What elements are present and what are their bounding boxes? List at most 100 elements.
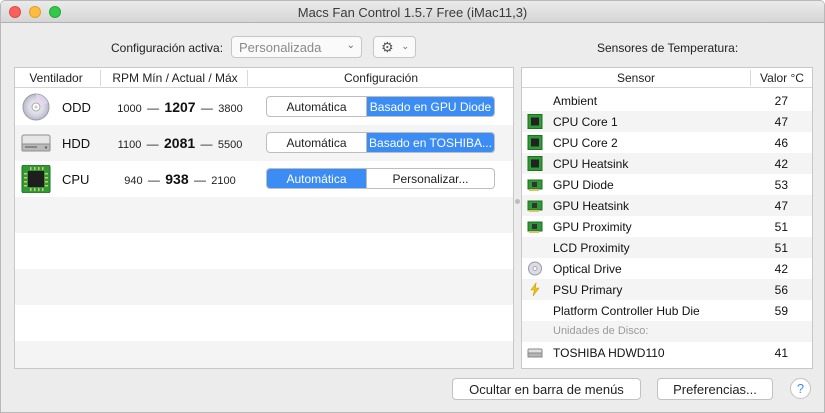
- sensor-value: 56: [774, 283, 788, 297]
- column-header-sensor[interactable]: Sensor: [522, 71, 750, 85]
- sensor-row-ambient[interactable]: Ambient 27: [522, 90, 812, 111]
- fan-mode-auto-button[interactable]: Automática: [267, 97, 367, 116]
- fan-mode-segmented-control: Automática Basado en TOSHIBA...: [266, 132, 495, 153]
- sensors-table-header: Sensor Valor °C: [522, 68, 812, 88]
- fan-name: CPU: [62, 172, 90, 187]
- fan-name: HDD: [62, 136, 91, 151]
- gpu-card-icon: [527, 200, 543, 212]
- empty-row: [15, 341, 513, 368]
- sensor-row-optical-drive[interactable]: Optical Drive 42: [522, 258, 812, 279]
- sensor-row-cpu-core-1[interactable]: CPU Core 1 47: [522, 111, 812, 132]
- sensor-name: CPU Core 2: [553, 136, 618, 150]
- rpm-max: 5500: [217, 139, 243, 151]
- sensor-value: 53: [774, 178, 788, 192]
- sensor-row-gpu-proximity[interactable]: GPU Proximity 51: [522, 216, 812, 237]
- empty-row: [15, 197, 513, 233]
- cpu-chip-icon: [21, 165, 51, 193]
- column-header-rpm[interactable]: RPM Mín / Actual / Máx: [103, 71, 247, 85]
- column-header-fan[interactable]: Ventilador: [15, 71, 97, 85]
- fans-table-header: Ventilador RPM Mín / Actual / Máx Config…: [15, 68, 513, 88]
- fan-name: ODD: [62, 100, 91, 115]
- preset-select-value: Personalizada: [239, 40, 322, 55]
- sensor-name: Platform Controller Hub Die: [553, 304, 700, 318]
- sensors-title: Sensores de Temperatura:: [597, 41, 739, 55]
- preset-select[interactable]: Personalizada ⌄: [231, 36, 362, 58]
- rpm-separator: —: [200, 101, 213, 115]
- sensor-value: 47: [774, 115, 788, 129]
- sensor-value: 51: [774, 220, 788, 234]
- window-title: Macs Fan Control 1.5.7 Free (iMac11,3): [297, 5, 528, 20]
- rpm-separator: —: [146, 137, 159, 151]
- fan-rpm: 1100 — 2081 — 5500: [115, 135, 245, 151]
- rpm-separator: —: [193, 173, 206, 187]
- sensor-name: CPU Core 1: [553, 115, 618, 129]
- sensor-name: GPU Diode: [553, 178, 614, 192]
- sensor-name: LCD Proximity: [553, 241, 630, 255]
- title-bar: Macs Fan Control 1.5.7 Free (iMac11,3): [1, 1, 824, 23]
- cpu-chip-icon: [527, 135, 543, 150]
- cpu-chip-icon: [527, 156, 543, 171]
- sensor-value: 46: [774, 136, 788, 150]
- split-view-handle[interactable]: [515, 199, 520, 204]
- column-header-value[interactable]: Valor °C: [751, 71, 813, 85]
- gear-menu-button[interactable]: ⚙ ⌄: [373, 36, 416, 58]
- gpu-card-icon: [527, 221, 543, 233]
- rpm-current: 938: [165, 171, 189, 187]
- sensor-value: 42: [774, 262, 788, 276]
- fan-mode-sensor-button[interactable]: Basado en TOSHIBA...: [367, 133, 494, 152]
- rpm-min: 1100: [117, 139, 142, 151]
- preferences-button[interactable]: Preferencias...: [657, 378, 773, 400]
- sensor-row-toshiba-disk[interactable]: TOSHIBA HDWD110 41: [522, 342, 812, 363]
- rpm-max: 3800: [218, 103, 243, 115]
- empty-row: [15, 233, 513, 269]
- sensor-row-cpu-heatsink[interactable]: CPU Heatsink 42: [522, 153, 812, 174]
- fan-mode-sensor-button[interactable]: Basado en GPU Diode: [367, 97, 494, 116]
- optical-disc-icon: [22, 93, 50, 121]
- sensor-row-lcd-proximity[interactable]: LCD Proximity 51: [522, 237, 812, 258]
- sensor-value: 47: [774, 199, 788, 213]
- rpm-current: 1207: [164, 99, 196, 115]
- sensor-name: PSU Primary: [553, 283, 623, 297]
- sensor-value: 59: [774, 304, 788, 318]
- fan-row-cpu[interactable]: CPU 940 — 938 — 2100 Automática Personal…: [15, 161, 513, 197]
- rpm-separator: —: [147, 101, 160, 115]
- fan-mode-custom-button[interactable]: Personalizar...: [367, 169, 494, 188]
- fan-mode-auto-button[interactable]: Automática: [267, 169, 367, 188]
- fans-table: Ventilador RPM Mín / Actual / Máx Config…: [14, 67, 514, 369]
- chevron-down-icon: ⌄: [401, 41, 409, 51]
- help-button[interactable]: ?: [790, 378, 811, 399]
- rpm-current: 2081: [164, 135, 196, 151]
- optical-disc-icon: [528, 261, 542, 276]
- empty-row: [15, 269, 513, 305]
- sensor-row-platform-controller-hub[interactable]: Platform Controller Hub Die 59: [522, 300, 812, 321]
- sensor-name: Ambient: [553, 94, 598, 108]
- sensor-name: GPU Proximity: [553, 220, 632, 234]
- sensor-row-gpu-heatsink[interactable]: GPU Heatsink 47: [522, 195, 812, 216]
- sensor-row-cpu-core-2[interactable]: CPU Core 2 46: [522, 132, 812, 153]
- fan-row-odd[interactable]: ODD 1000 — 1207 — 3800 Automática Basado…: [15, 89, 513, 125]
- rpm-min: 1000: [117, 103, 142, 115]
- rpm-min: 940: [124, 175, 143, 187]
- fan-row-hdd[interactable]: HDD 1100 — 2081 — 5500 Automática Basado…: [15, 125, 513, 161]
- fan-mode-auto-button[interactable]: Automática: [267, 133, 367, 152]
- disk-section-label: Unidades de Disco:: [553, 325, 649, 337]
- disk-section-header: Unidades de Disco:: [522, 321, 812, 342]
- column-header-config[interactable]: Configuración: [250, 71, 512, 85]
- column-separator: [100, 70, 101, 86]
- lightning-icon: [530, 282, 540, 297]
- sensor-row-gpu-diode[interactable]: GPU Diode 53: [522, 174, 812, 195]
- app-window: Macs Fan Control 1.5.7 Free (iMac11,3) C…: [0, 0, 825, 413]
- active-config-label: Configuración activa:: [111, 41, 224, 55]
- sensor-name: GPU Heatsink: [553, 199, 630, 213]
- sensor-value: 42: [774, 157, 788, 171]
- sensor-value: 27: [774, 94, 788, 108]
- sensor-row-psu-primary[interactable]: PSU Primary 56: [522, 279, 812, 300]
- sensor-name: Optical Drive: [553, 262, 622, 276]
- hard-drive-icon: [21, 134, 51, 152]
- fan-mode-segmented-control: Automática Basado en GPU Diode: [266, 96, 495, 117]
- sensor-value: 51: [774, 241, 788, 255]
- rpm-max: 2100: [211, 175, 236, 187]
- sensor-name: CPU Heatsink: [553, 157, 629, 171]
- hide-in-menubar-button[interactable]: Ocultar en barra de menús: [452, 378, 641, 400]
- sensor-name: TOSHIBA HDWD110: [553, 346, 665, 360]
